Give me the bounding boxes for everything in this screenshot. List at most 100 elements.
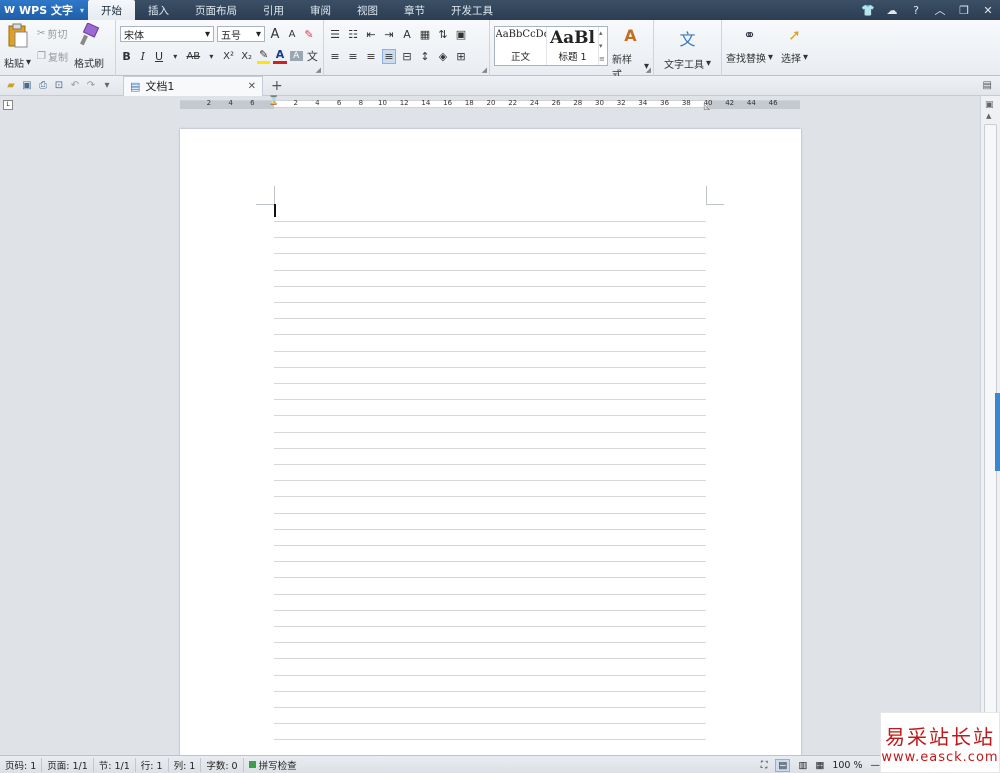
find-replace-button[interactable]: ⚭ 查找替换 ▾ [726,26,773,73]
chevron-down-icon[interactable]: ▾ [205,52,218,61]
sort-icon[interactable]: ⇅ [436,28,450,41]
full-screen-icon[interactable]: ⛶ [761,760,768,771]
side-panel-toggle[interactable] [995,393,1000,471]
italic-button[interactable]: I [136,50,149,63]
cloud-icon[interactable]: ☁ [880,4,904,17]
skin-icon[interactable]: 👕 [856,4,880,17]
shrink-font-icon[interactable]: A [285,29,299,40]
app-menu-button[interactable]: W WPS 文字 ▾ [0,0,88,20]
horizontal-ruler[interactable]: 6 4 2 2 4 6 8 10 12 14 16 18 20 22 24 26 28 30 32 34 36 38 40 4… [180,96,800,111]
clear-format-icon[interactable]: ✎ [302,28,316,41]
text-line [274,253,706,255]
font-size-select[interactable]: 五号 ▾ [217,26,265,42]
text-tools-button[interactable]: 文 文字工具 ▾ [664,26,711,73]
align-left-icon[interactable]: ≡ [328,50,342,63]
print-preview-icon[interactable]: ⊡ [51,80,67,91]
status-pages: 页面: 1/1 [42,757,94,772]
document-tab[interactable]: ▤ 文档1 ✕ [123,75,263,96]
paste-button[interactable]: 粘贴 ▾ [4,23,31,73]
status-words[interactable]: 字数: 0 [201,757,244,772]
font-name-select[interactable]: 宋体 ▾ [120,26,214,42]
menu-tab[interactable]: 插入 [135,0,182,20]
spell-check-toggle[interactable]: 拼写检查 [244,758,302,772]
shading-icon[interactable]: ◈ [436,50,450,63]
document-page[interactable] [180,129,801,755]
font-dialog-launcher[interactable]: ◢ [316,66,321,74]
style-gallery-scroll[interactable]: ▴ ▾ ≡ [599,27,607,65]
select-button[interactable]: ➚ 选择 ▾ [781,26,808,73]
menu-tab[interactable]: 开发工具 [438,0,506,20]
underline-button[interactable]: U [152,50,165,63]
zoom-level[interactable]: 100 % [832,760,862,771]
text-direction-icon[interactable]: A [400,28,414,41]
copy-button[interactable]: ❐ 复制 [37,49,68,64]
paragraph-dialog-launcher[interactable]: ◢ [482,66,487,74]
print-icon[interactable]: ⎙ [35,80,51,91]
text-line [274,334,706,336]
format-painter-button[interactable]: 格式刷 [74,23,104,73]
justify-icon[interactable]: ≡ [382,48,396,64]
align-center-icon[interactable]: ≡ [346,50,360,63]
close-tab-icon[interactable]: ✕ [248,81,256,92]
numbered-list-icon[interactable]: ☷ [346,28,360,41]
styles-dialog-launcher[interactable]: ◢ [646,66,651,74]
new-tab-button[interactable]: + [271,78,283,94]
style-heading-1[interactable]: AaBl 标题 1 [547,27,599,65]
bullet-list-icon[interactable]: ☰ [328,28,342,41]
table-icon[interactable]: ▦ [418,28,432,41]
cut-button[interactable]: ✂ 剪切 [37,26,68,41]
text-line [274,480,706,482]
menu-tab[interactable]: 视图 [344,0,391,20]
bold-button[interactable]: B [120,50,133,63]
save-icon[interactable]: ▣ [19,80,35,91]
indent-marker-icon[interactable]: ⌛ [268,96,279,106]
chevron-down-icon[interactable]: ▾ [169,52,182,61]
phonetic-icon[interactable]: 文 [306,48,319,64]
strike-button[interactable]: AB [185,51,202,62]
borders-icon[interactable]: ⊞ [454,50,468,63]
split-view-icon[interactable]: ▣ [985,100,994,110]
show-marks-icon[interactable]: ▣ [454,28,468,41]
grow-font-icon[interactable]: A [268,27,282,42]
menu-tab[interactable]: 章节 [391,0,438,20]
page-view-icon[interactable]: ▤ [775,758,791,772]
outline-view-icon[interactable]: ▦ [815,760,824,771]
increase-indent-icon[interactable]: ⇥ [382,28,396,41]
align-right-icon[interactable]: ≡ [364,50,378,63]
scroll-up-icon[interactable]: ▲ [986,112,991,120]
zoom-out-icon[interactable]: — [871,760,881,771]
web-view-icon[interactable]: ▥ [798,760,807,771]
superscript-button[interactable]: X² [221,51,236,62]
status-page[interactable]: 页码: 1 [0,757,43,772]
ruler-label: 42 [725,99,735,107]
menu-tab[interactable]: 引用 [250,0,297,20]
customize-chevron-icon[interactable]: ▾ [99,80,115,91]
ruler-label: 20 [486,99,496,107]
distribute-icon[interactable]: ⊟ [400,50,414,63]
help-button[interactable]: ? [904,4,928,17]
style-normal[interactable]: AaBbCcDd 正文 [495,27,547,65]
font-color-icon[interactable]: A [273,48,287,64]
collapse-ribbon-icon[interactable]: ︿ [928,2,952,18]
undo-icon[interactable]: ↶ [67,80,83,91]
highlight-icon[interactable]: ✎ [257,48,271,64]
line-spacing-icon[interactable]: ↕ [418,50,432,63]
text-line [274,626,706,627]
styles-group: AaBbCcDd 正文 AaBl 标题 1 ▴▾≡ A 新样式▾ ◢ [490,20,654,81]
char-shading-icon[interactable]: A [289,51,303,61]
menu-tab[interactable]: 审阅 [297,0,344,20]
open-icon[interactable]: ▰ [3,80,19,91]
subscript-button[interactable]: X₂ [239,51,254,62]
margin-corner [706,204,724,205]
right-indent-marker-icon[interactable]: ◺ [704,102,710,111]
close-icon[interactable]: ✕ [976,4,1000,17]
tab-stop-selector[interactable]: L [3,100,13,110]
new-style-button[interactable]: A 新样式▾ [612,26,649,81]
menu-tab[interactable]: 开始 [88,0,135,20]
decrease-indent-icon[interactable]: ⇤ [364,28,378,41]
redo-icon[interactable]: ↷ [83,80,99,91]
tab-menu-icon[interactable]: ▤ [983,80,992,91]
restore-icon[interactable]: ❐ [952,4,976,17]
menu-tab[interactable]: 页面布局 [182,0,250,20]
ruler-label: 22 [508,99,518,107]
